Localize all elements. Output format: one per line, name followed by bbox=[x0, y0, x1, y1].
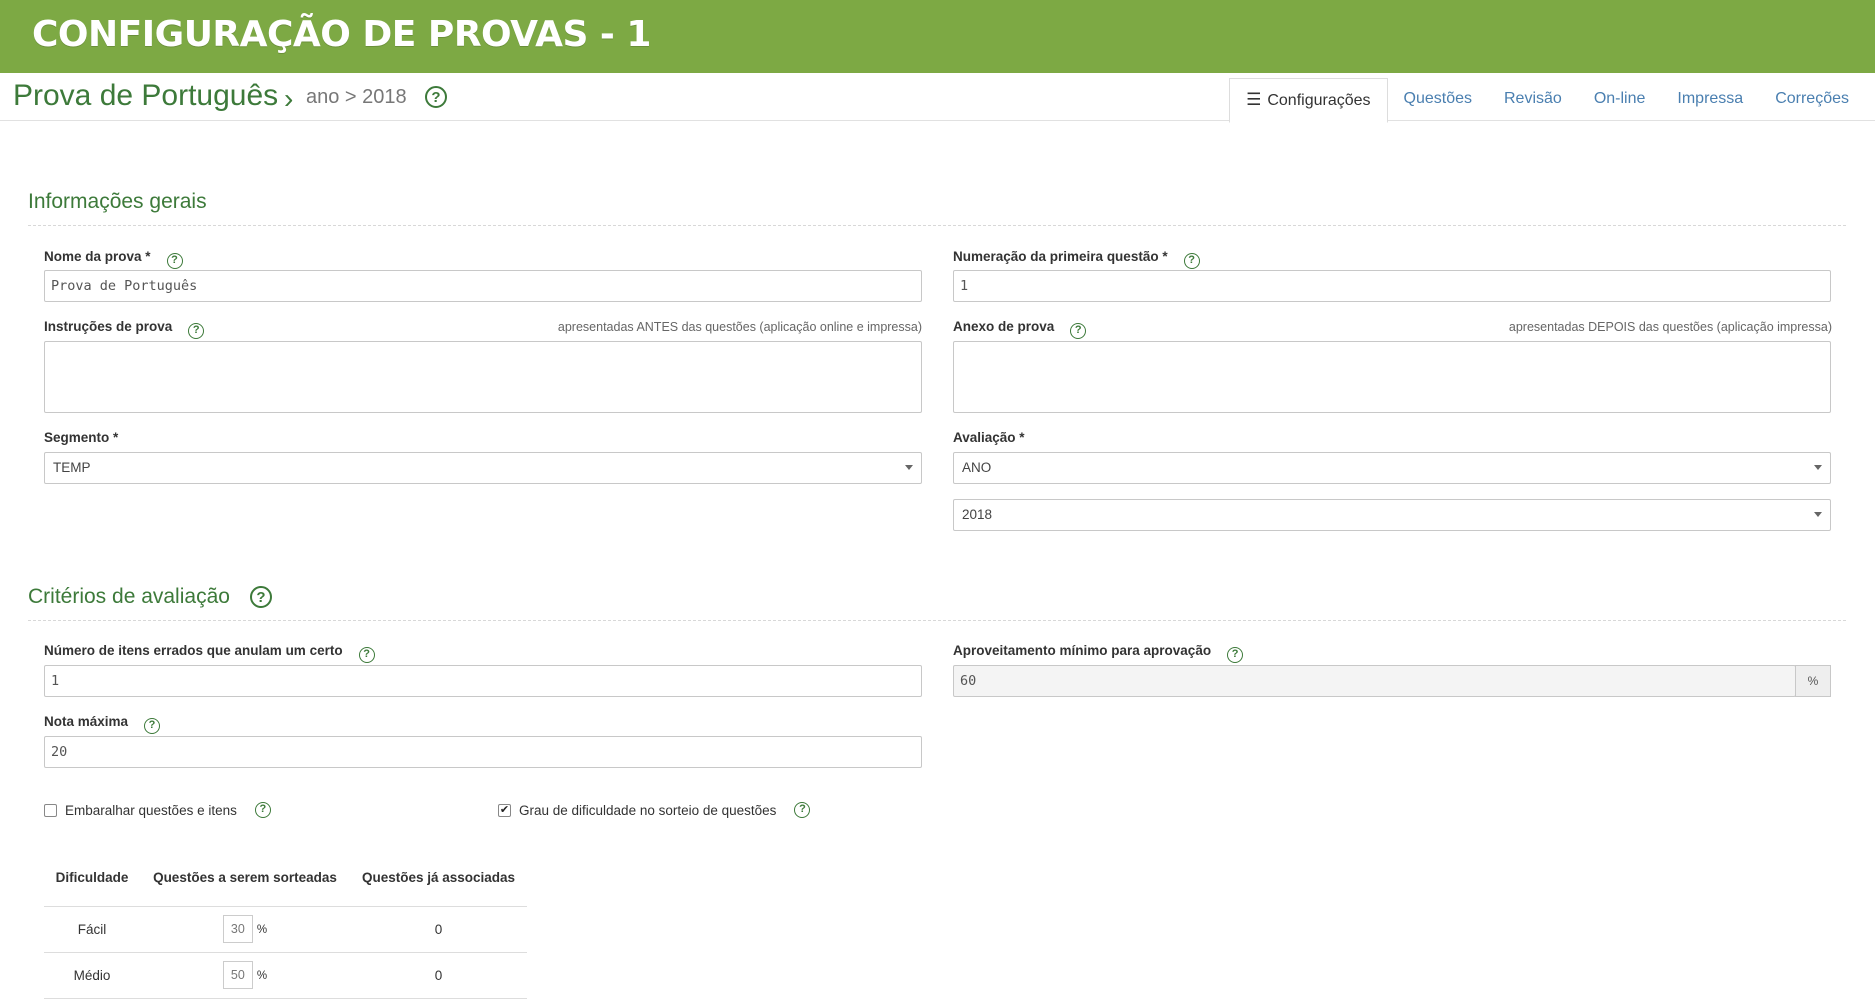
table-row: Médio 50% 0 bbox=[44, 952, 527, 999]
tab-bar: ☰ Configurações Questões Revisão On-line … bbox=[1229, 78, 1865, 123]
avaliacao-label: Avaliação * bbox=[953, 430, 1025, 445]
help-icon[interactable]: ? bbox=[1227, 647, 1244, 663]
tab-configuracoes[interactable]: ☰ Configurações bbox=[1229, 78, 1388, 123]
percent-cell: 50% bbox=[140, 952, 350, 999]
breadcrumb-path[interactable]: ano > 2018 bbox=[306, 86, 407, 109]
help-icon[interactable]: ? bbox=[249, 586, 272, 608]
tab-online[interactable]: On-line bbox=[1578, 78, 1662, 122]
segmento-label: Segmento * bbox=[44, 430, 119, 445]
erros-input[interactable]: 1 bbox=[44, 665, 922, 697]
chevron-down-icon bbox=[1814, 512, 1822, 517]
anexo-label: Anexo de prova? bbox=[953, 319, 1087, 339]
percent-input[interactable]: 30 bbox=[222, 915, 253, 943]
nota-input[interactable]: 20 bbox=[44, 736, 922, 768]
nome-label: Nome da prova *? bbox=[44, 249, 183, 269]
percent-addon: % bbox=[1795, 665, 1831, 697]
embaralhar-checkbox[interactable] bbox=[44, 803, 57, 817]
help-icon[interactable]: ? bbox=[144, 718, 161, 734]
segmento-select[interactable]: TEMP bbox=[44, 452, 922, 484]
associated-count: 0 bbox=[350, 952, 527, 999]
section-divider bbox=[28, 225, 1846, 226]
erros-label: Número de itens errados que anulam um ce… bbox=[44, 643, 375, 663]
help-icon[interactable]: ? bbox=[794, 802, 811, 818]
embaralhar-option[interactable]: Embaralhar questões e itens ? bbox=[44, 802, 271, 818]
section-divider bbox=[28, 620, 1846, 621]
column-header: Questões a serem sorteadas bbox=[140, 850, 350, 907]
aproveitamento-input[interactable]: 60 bbox=[953, 665, 1796, 697]
banner-title: CONFIGURAÇÃO DE PROVAS - 1 bbox=[32, 14, 651, 55]
tab-impressa[interactable]: Impressa bbox=[1661, 78, 1759, 122]
breadcrumb-separator: › bbox=[284, 83, 294, 114]
sliders-icon: ☰ bbox=[1246, 90, 1262, 109]
section-title-criteria: Critérios de avaliação? bbox=[28, 585, 272, 609]
avaliacao-select[interactable]: ANO bbox=[953, 452, 1831, 484]
avaliacao-year-select[interactable]: 2018 bbox=[953, 499, 1831, 531]
numeracao-label: Numeração da primeira questão *? bbox=[953, 249, 1200, 269]
section-title-general: Informações gerais bbox=[28, 190, 207, 213]
help-icon[interactable]: ? bbox=[358, 647, 375, 663]
help-icon[interactable]: ? bbox=[1183, 253, 1200, 269]
nota-label: Nota máxima? bbox=[44, 714, 161, 734]
page-header: Prova de Português › ano > 2018 ? ☰ Confi… bbox=[0, 73, 1875, 123]
anexo-textarea[interactable] bbox=[953, 341, 1831, 413]
percent-input[interactable]: 50 bbox=[222, 961, 253, 989]
chevron-down-icon bbox=[1814, 465, 1822, 470]
table-row: Fácil 30% 0 bbox=[44, 906, 527, 953]
aproveitamento-label: Aproveitamento mínimo para aprovação? bbox=[953, 643, 1244, 663]
difficulty-level: Fácil bbox=[44, 906, 140, 953]
chevron-down-icon bbox=[905, 465, 913, 470]
grau-checkbox[interactable]: ✔ bbox=[498, 803, 511, 817]
tab-correcoes[interactable]: Correções bbox=[1759, 78, 1865, 122]
help-icon[interactable]: ? bbox=[188, 323, 205, 339]
tab-revisao[interactable]: Revisão bbox=[1488, 78, 1578, 122]
difficulty-level: Médio bbox=[44, 952, 140, 999]
help-icon[interactable]: ? bbox=[425, 86, 447, 108]
help-icon[interactable]: ? bbox=[166, 253, 183, 269]
column-header: Dificuldade bbox=[44, 850, 140, 907]
nome-input[interactable]: Prova de Português bbox=[44, 270, 922, 302]
column-header: Questões já associadas bbox=[350, 850, 527, 907]
instrucoes-label: Instruções de prova? bbox=[44, 319, 205, 339]
difficulty-table: Dificuldade Questões a serem sorteadas Q… bbox=[44, 850, 527, 999]
grau-option[interactable]: ✔ Grau de dificuldade no sorteio de ques… bbox=[498, 802, 811, 818]
instrucoes-textarea[interactable] bbox=[44, 341, 922, 413]
help-icon[interactable]: ? bbox=[1070, 323, 1087, 339]
breadcrumb-title[interactable]: Prova de Português bbox=[13, 79, 278, 113]
instrucoes-hint: apresentadas ANTES das questões (aplicaç… bbox=[557, 320, 922, 334]
percent-cell: 30% bbox=[140, 906, 350, 953]
help-icon[interactable]: ? bbox=[254, 802, 271, 818]
numeracao-input[interactable]: 1 bbox=[953, 270, 1831, 302]
tab-questoes[interactable]: Questões bbox=[1388, 78, 1488, 122]
table-header-row: Dificuldade Questões a serem sorteadas Q… bbox=[44, 850, 527, 907]
associated-count: 0 bbox=[350, 906, 527, 953]
page-banner: CONFIGURAÇÃO DE PROVAS - 1 bbox=[0, 0, 1875, 73]
anexo-hint: apresentadas DEPOIS das questões (aplica… bbox=[1508, 320, 1832, 334]
